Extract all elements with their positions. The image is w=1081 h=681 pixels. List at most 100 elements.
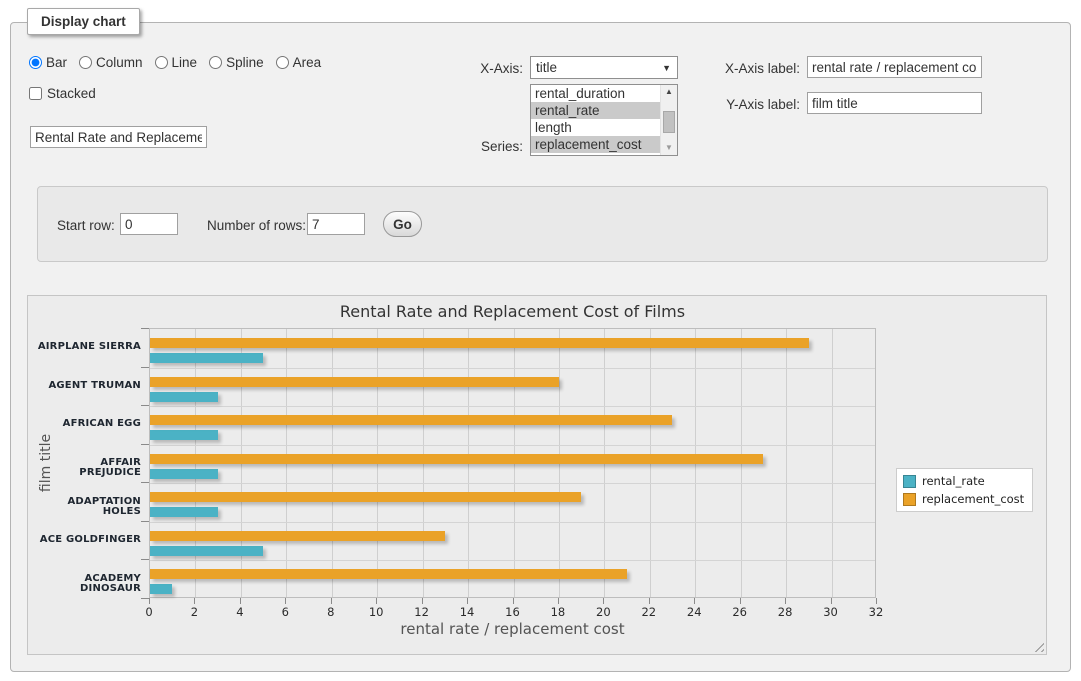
bar-replacement_cost [150,569,627,579]
stacked-checkbox[interactable] [29,87,42,100]
chart-type-radio-bar[interactable] [29,56,42,69]
chart-panel: Rental Rate and Replacement Cost of Film… [27,295,1047,655]
bar-rental_rate [150,546,263,556]
series-options: rental_durationrental_ratelengthreplacem… [531,85,660,153]
x-axis-tick [422,598,423,604]
chart-type-radio-line[interactable] [155,56,168,69]
x-tick-label: 18 [543,605,573,619]
x-tick-label: 32 [861,605,891,619]
chart-type-label: Spline [226,55,264,70]
x-axis-select-value: title [536,60,662,75]
bar-rental_rate [150,584,172,594]
x-tick-label: 22 [634,605,664,619]
gridline [150,406,875,407]
x-tick-label: 16 [498,605,528,619]
x-tick-label: 28 [770,605,800,619]
y-axis-label-input[interactable] [807,92,982,114]
chart-type-option-line[interactable]: Line [155,55,198,70]
select-dropdown-arrow-icon: ▼ [662,63,671,73]
chart-type-radio-area[interactable] [276,56,289,69]
y-category-label: AIRPLANE SIERRA [36,342,141,352]
x-tick-label: 30 [816,605,846,619]
y-axis-tick [141,482,149,483]
gridline [150,483,875,484]
x-tick-label: 10 [361,605,391,619]
x-axis-tick [740,598,741,604]
gridline [150,368,875,369]
x-tick-label: 6 [270,605,300,619]
scrollbar-thumb[interactable] [663,111,675,133]
stacked-option[interactable]: Stacked [29,86,96,101]
chart-type-radio-group: Bar Column Line Spline Area [29,55,321,70]
x-axis-tick [149,598,150,604]
chart-title-input[interactable] [30,126,207,148]
x-tick-label: 12 [407,605,437,619]
y-axis-tick [141,521,149,522]
x-tick-label: 8 [316,605,346,619]
display-chart-page: Display chart BarColumnLineSplineArea St… [0,0,1081,681]
series-scrollbar[interactable]: ▲ ▼ [660,85,677,155]
x-tick-label: 24 [679,605,709,619]
bar-rental_rate [150,430,218,440]
y-category-label: ADAPTATION HOLES [36,497,141,517]
y-axis-tick [141,559,149,560]
bar-rental_rate [150,353,263,363]
go-button[interactable]: Go [383,211,422,237]
legend-label: rental_rate [922,474,985,488]
scroll-down-arrow-icon[interactable]: ▼ [661,141,677,155]
series-option-rental_duration[interactable]: rental_duration [531,85,660,102]
x-axis-tick [513,598,514,604]
chart-type-radio-spline[interactable] [209,56,222,69]
x-axis-tick [785,598,786,604]
gridline [150,445,875,446]
chart-type-option-area[interactable]: Area [276,55,322,70]
x-axis-select[interactable]: title ▼ [530,56,678,79]
series-option-replacement_cost[interactable]: replacement_cost [531,136,660,153]
number-of-rows-input[interactable] [307,213,365,235]
bar-rental_rate [150,392,218,402]
bar-replacement_cost [150,338,809,348]
x-axis-tick [558,598,559,604]
bar-replacement_cost [150,492,581,502]
resize-grip-icon[interactable] [1031,639,1044,652]
series-select-label: Series: [430,139,523,154]
gridline [150,560,875,561]
start-row-input[interactable] [120,213,178,235]
x-tick-label: 4 [225,605,255,619]
scroll-up-arrow-icon[interactable]: ▲ [661,85,677,99]
bar-replacement_cost [150,377,559,387]
legend-label: replacement_cost [922,492,1024,506]
y-axis-tick [141,367,149,368]
legend-swatch-icon [903,493,916,506]
bar-replacement_cost [150,531,445,541]
bar-rental_rate [150,507,218,517]
series-option-rental_rate[interactable]: rental_rate [531,102,660,119]
chart-type-option-spline[interactable]: Spline [209,55,264,70]
series-listbox[interactable]: rental_durationrental_ratelengthreplacem… [530,84,678,156]
series-option-length[interactable]: length [531,119,660,136]
x-axis-label-input[interactable] [807,56,982,78]
x-axis-tick [194,598,195,604]
x-axis-tick [876,598,877,604]
x-axis-tick [467,598,468,604]
bar-rental_rate [150,469,218,479]
chart-title: Rental Rate and Replacement Cost of Film… [149,302,876,321]
y-category-label: AFRICAN EGG [36,419,141,429]
number-of-rows-label: Number of rows: [207,218,306,233]
chart-type-radio-column[interactable] [79,56,92,69]
chart-type-option-bar[interactable]: Bar [29,55,67,70]
x-tick-label: 20 [588,605,618,619]
chart-type-label: Bar [46,55,67,70]
chart-type-option-column[interactable]: Column [79,55,143,70]
row-controls-panel [37,186,1048,262]
bar-replacement_cost [150,415,672,425]
start-row-label: Start row: [57,218,115,233]
gridline [832,329,833,597]
x-axis-tick [831,598,832,604]
legend-swatch-icon [903,475,916,488]
x-tick-label: 26 [725,605,755,619]
gridline [150,522,875,523]
x-axis-select-label: X-Axis: [430,61,523,76]
x-axis-tick [694,598,695,604]
y-axis-label-field-label: Y-Axis label: [700,97,800,112]
